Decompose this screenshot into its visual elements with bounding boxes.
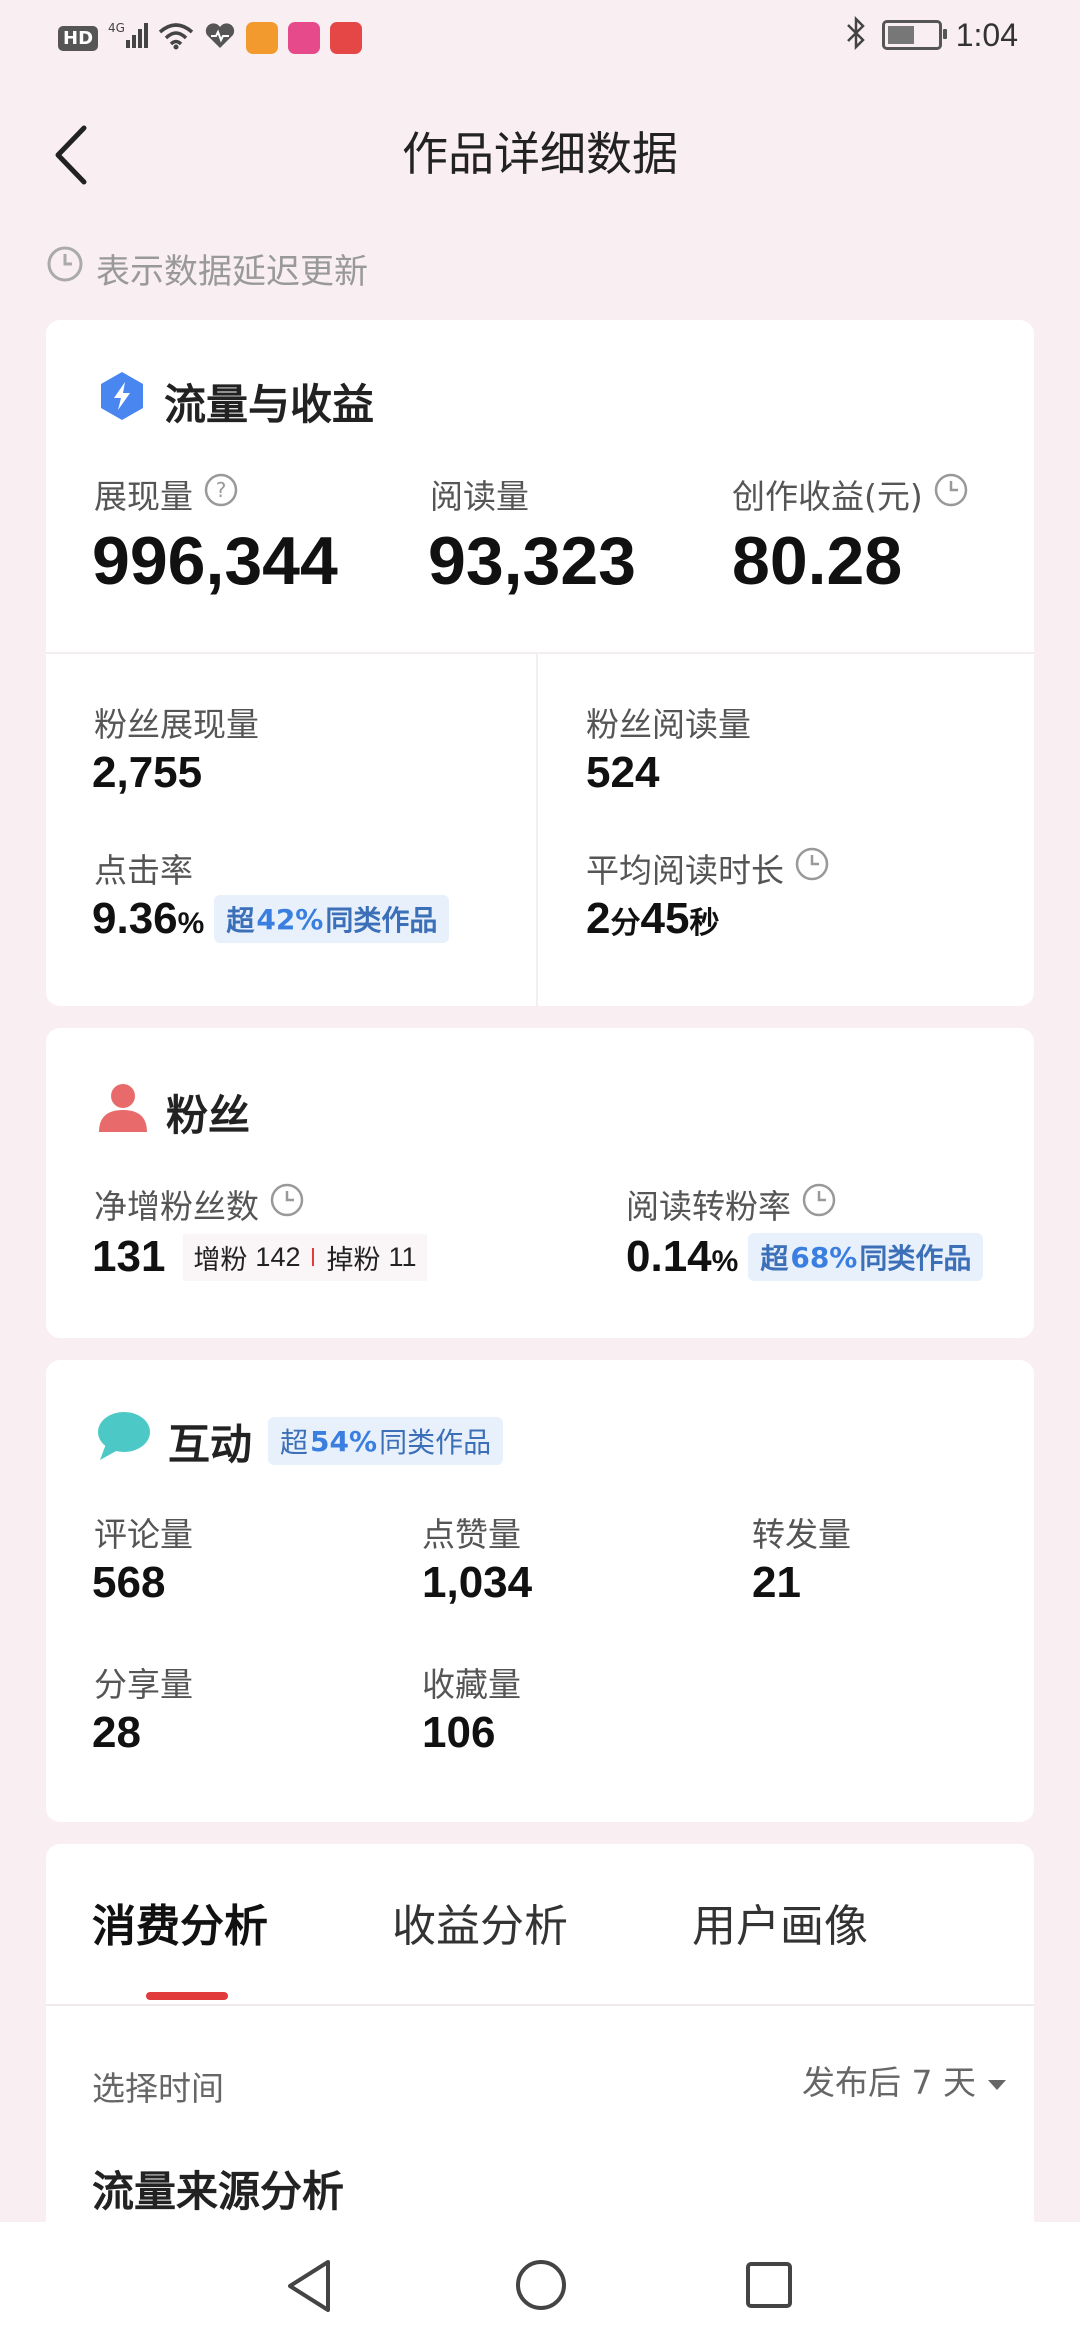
conversion-value: 0.14% <box>626 1232 739 1281</box>
tab-user-profile[interactable]: 用户画像 <box>692 1890 868 1954</box>
battery-icon <box>881 20 947 50</box>
impressions-label: 展现量 ? <box>94 470 239 518</box>
svg-text:4G: 4G <box>108 21 125 35</box>
net-fans-label: 净增粉丝数 <box>94 1180 305 1228</box>
lightning-icon <box>96 370 148 432</box>
media-app-icon <box>288 22 321 54</box>
status-time: 1:04 <box>955 16 1018 53</box>
avg-read-value: 2分45秒 <box>586 894 720 943</box>
ctr-label: 点击率 <box>94 851 193 890</box>
page-title: 作品详细数据 <box>402 127 678 181</box>
clock-icon <box>46 245 84 292</box>
fans-card-title: 粉丝 <box>96 1080 250 1144</box>
shares-value: 28 <box>92 1708 141 1757</box>
reads-label: 阅读量 <box>430 477 529 516</box>
traffic-source-title: 流量来源分析 <box>92 2167 345 2216</box>
nav-home-icon[interactable] <box>514 2258 568 2316</box>
breakdown-divider <box>312 1248 315 1266</box>
shop-app-icon <box>330 22 363 54</box>
clock-icon <box>801 1182 837 1226</box>
conversion-label: 阅读转粉率 <box>626 1180 837 1228</box>
shares-label: 分享量 <box>94 1665 193 1704</box>
tab-earnings-analysis[interactable]: 收益分析 <box>392 1890 568 1954</box>
delay-note-text: 表示数据延迟更新 <box>96 252 368 292</box>
active-tab-indicator <box>146 1992 228 2000</box>
impressions-value: 996,344 <box>92 523 338 599</box>
favorites-label: 收藏量 <box>422 1665 521 1704</box>
bluetooth-icon <box>844 15 868 54</box>
conversion-row: 0.14% 超 68% 同类作品 <box>626 1232 984 1282</box>
reposts-label: 转发量 <box>752 1515 851 1554</box>
person-icon <box>96 1080 150 1144</box>
signal-icon: 4G <box>108 20 149 56</box>
column-divider <box>536 654 538 1006</box>
net-fans-row: 131 增粉 142 掉粉 11 <box>92 1232 427 1282</box>
clock-icon <box>933 472 969 516</box>
caret-down-icon <box>986 2061 1008 2100</box>
nav-back-icon[interactable] <box>284 2258 334 2318</box>
wifi-icon <box>158 22 194 54</box>
status-bar: HD 4G 1:04 <box>0 0 1080 80</box>
clock-icon <box>794 846 830 890</box>
health-icon <box>204 22 236 54</box>
fans-breakdown: 增粉 142 掉粉 11 <box>183 1233 427 1281</box>
comments-value: 568 <box>92 1558 166 1607</box>
help-icon[interactable]: ? <box>203 472 239 516</box>
reposts-value: 21 <box>752 1558 801 1607</box>
card-divider <box>46 652 1034 654</box>
ctr-value-row: 9.36% 超 42% 同类作品 <box>92 894 450 944</box>
comments-label: 评论量 <box>94 1515 193 1554</box>
likes-value: 1,034 <box>422 1558 533 1607</box>
delay-note: 表示数据延迟更新 <box>46 244 368 293</box>
ctr-badge: 超 42% 同类作品 <box>214 895 450 943</box>
battery-fill <box>887 26 914 44</box>
earnings-label: 创作收益(元) <box>732 470 969 518</box>
interaction-card-title: 互动 超 54% 同类作品 <box>96 1410 504 1472</box>
conversion-badge: 超 68% 同类作品 <box>748 1233 984 1281</box>
navigation-bar <box>0 2222 1080 2340</box>
tab-divider <box>46 2004 1034 2006</box>
svg-text:?: ? <box>216 478 227 502</box>
traffic-card-title: 流量与收益 <box>96 370 374 432</box>
clock-icon <box>269 1182 305 1226</box>
avg-read-label: 平均阅读时长 <box>586 844 830 892</box>
reads-value: 93,323 <box>428 523 636 599</box>
nav-recents-icon[interactable] <box>744 2260 794 2314</box>
video-app-icon <box>246 22 279 54</box>
chat-bubble-icon <box>96 1410 152 1472</box>
fan-impressions-label: 粉丝展现量 <box>94 705 259 744</box>
favorites-value: 106 <box>422 1708 496 1757</box>
earnings-value: 80.28 <box>732 523 903 599</box>
header: 作品详细数据 <box>0 100 1080 210</box>
fan-impressions-value: 2,755 <box>92 748 203 797</box>
tab-consumption-analysis[interactable]: 消费分析 <box>92 1890 268 1954</box>
likes-label: 点赞量 <box>422 1515 521 1554</box>
time-label: 选择时间 <box>92 2069 224 2108</box>
traffic-card: 流量与收益 展现量 ? 996,344 阅读量 93,323 创作收益(元) 8… <box>46 320 1034 1006</box>
net-fans-value: 131 <box>92 1232 166 1281</box>
status-right: 1:04 <box>844 15 1018 54</box>
interaction-badge: 超 54% 同类作品 <box>268 1417 504 1465</box>
hd-icon: HD <box>58 25 99 51</box>
interaction-card: 互动 超 54% 同类作品 评论量 568 点赞量 1,034 转发量 21 分… <box>46 1360 1034 1822</box>
fan-reads-label: 粉丝阅读量 <box>586 705 751 744</box>
ctr-value: 9.36% <box>92 894 205 943</box>
fans-card: 粉丝 净增粉丝数 131 增粉 142 掉粉 11 阅读转粉率 0.14% 超 … <box>46 1028 1034 1338</box>
time-select[interactable]: 发布后 7 天 <box>802 2056 1008 2104</box>
fan-reads-value: 524 <box>586 748 660 797</box>
status-left: HD 4G <box>58 20 363 56</box>
